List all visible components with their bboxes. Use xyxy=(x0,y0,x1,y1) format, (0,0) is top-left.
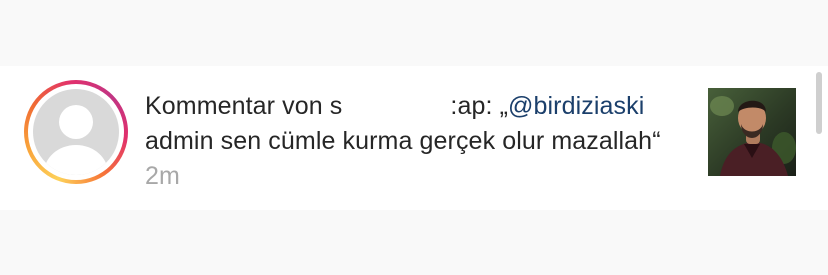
avatar[interactable] xyxy=(33,89,119,175)
top-band xyxy=(0,0,828,66)
mention-link[interactable]: @birdiziaski xyxy=(508,92,644,120)
notification-suffix: :ap: xyxy=(450,92,500,120)
story-ring-gap xyxy=(28,84,124,180)
notification-row[interactable]: Kommentar von s :ap: „@birdiziaski admin … xyxy=(0,66,828,210)
default-avatar-body-icon xyxy=(44,145,108,175)
notification-text: Kommentar von s :ap: „@birdiziaski admin … xyxy=(145,89,685,194)
default-avatar-head-icon xyxy=(59,105,93,139)
bottom-band xyxy=(0,210,828,275)
story-ring[interactable] xyxy=(24,80,128,184)
redacted-username xyxy=(342,91,451,121)
timestamp: 2m xyxy=(145,162,180,190)
notification-prefix: Kommentar von s xyxy=(145,92,343,120)
post-thumbnail[interactable] xyxy=(708,88,796,176)
comment-body: admin sen cümle kurma gerçek olur mazall… xyxy=(145,127,661,155)
comment-open-quote: „ xyxy=(499,92,509,120)
scrollbar[interactable] xyxy=(816,72,822,134)
post-thumbnail-image xyxy=(708,88,796,176)
